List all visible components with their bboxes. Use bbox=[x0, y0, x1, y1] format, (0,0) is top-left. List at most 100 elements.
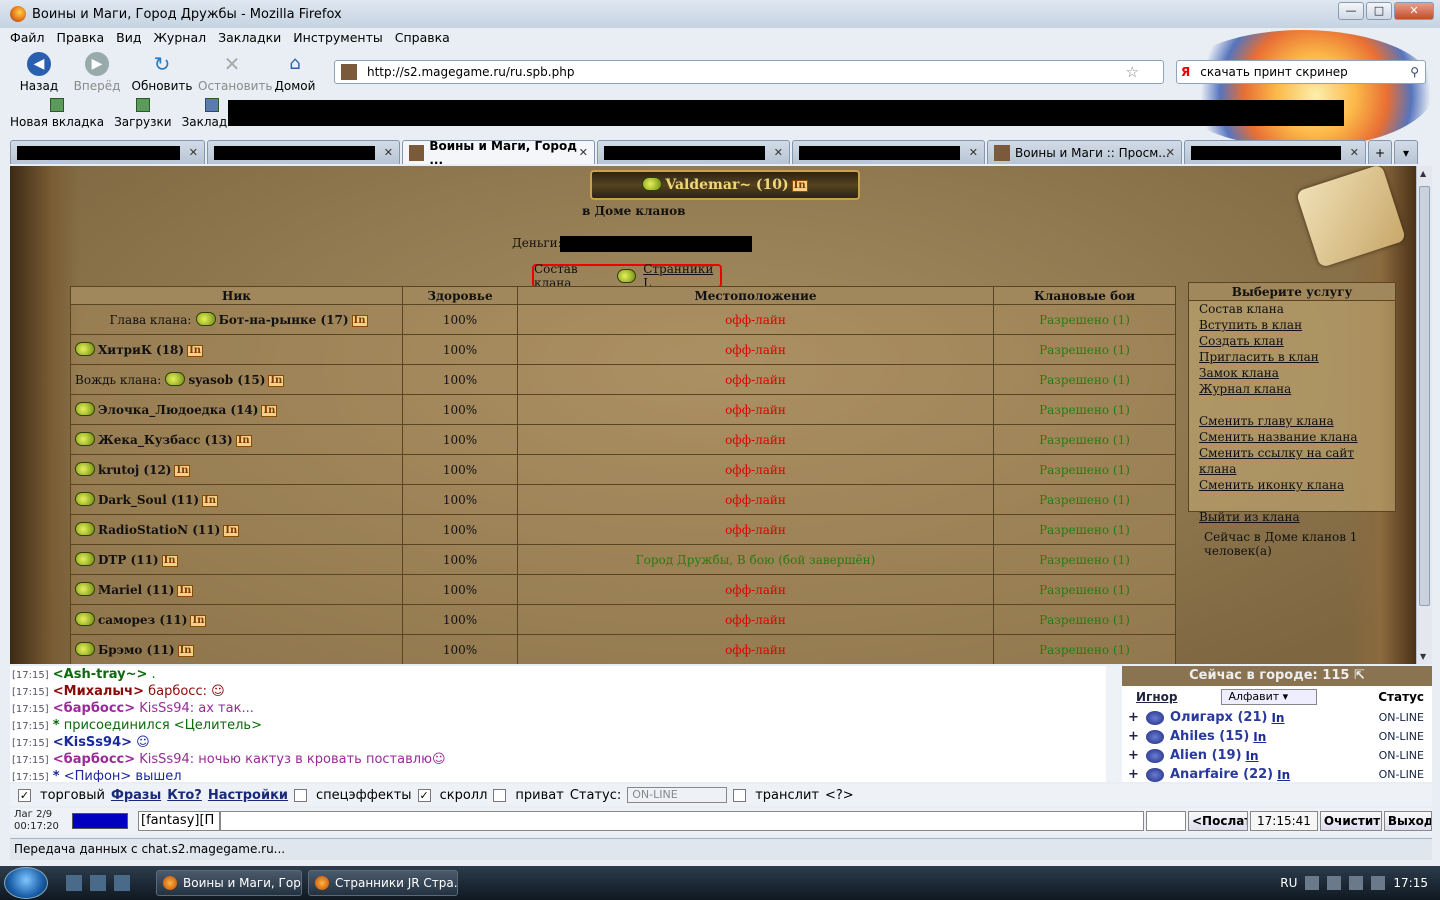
chat-nick[interactable]: <Михалыч> bbox=[53, 684, 144, 699]
member-nick[interactable]: Dark_Soul (11) bbox=[98, 493, 199, 507]
ignore-link[interactable]: Игнор bbox=[1136, 690, 1177, 704]
quick-launch-app-icon[interactable] bbox=[114, 875, 130, 891]
clan-icon[interactable] bbox=[75, 552, 95, 566]
network-icon[interactable] bbox=[1349, 876, 1364, 890]
tab-close-icon[interactable]: ✕ bbox=[189, 146, 198, 159]
status-select[interactable]: ON-LINE bbox=[627, 787, 728, 803]
translit-checkbox[interactable] bbox=[733, 788, 747, 802]
column-header-clan-fights[interactable]: Клановые бои bbox=[993, 286, 1176, 305]
member-nick[interactable]: Жека_Кузбасс (13) bbox=[98, 433, 233, 447]
menu-file[interactable]: Файл bbox=[10, 30, 45, 48]
service-change-head[interactable]: Сменить главу клана bbox=[1199, 413, 1395, 429]
tab-redacted-3[interactable]: ✕ bbox=[597, 140, 790, 164]
column-header-health[interactable]: Здоровье bbox=[402, 286, 518, 305]
user-name[interactable]: Олигарх (21) bbox=[1170, 710, 1267, 725]
user-info-link[interactable]: In bbox=[1252, 731, 1267, 743]
taskbar-firefox[interactable]: Воины и Маги, Гор... bbox=[156, 870, 302, 896]
info-badge-icon[interactable]: In bbox=[174, 465, 191, 477]
user-name[interactable]: Ahiles (15) bbox=[1170, 729, 1249, 744]
home-button[interactable]: ⌂ Домой bbox=[266, 50, 324, 94]
service-invite[interactable]: Пригласить в клан bbox=[1199, 349, 1395, 365]
tab-redacted-5[interactable]: ✕ bbox=[1184, 140, 1366, 164]
info-badge-icon[interactable]: In bbox=[351, 315, 368, 327]
clan-icon[interactable] bbox=[75, 642, 95, 656]
info-badge-icon[interactable]: In bbox=[177, 645, 194, 657]
show-desktop-icon[interactable] bbox=[66, 875, 82, 891]
user-info-link[interactable]: In bbox=[1270, 712, 1285, 724]
chat-log[interactable]: [17:15] <Ash-tray~> . [17:15] <Михалыч> б… bbox=[10, 666, 1114, 782]
tab-close-icon[interactable]: ✕ bbox=[1350, 146, 1359, 159]
expand-plus-icon[interactable]: + bbox=[1128, 710, 1146, 725]
text-color-select[interactable] bbox=[72, 813, 128, 829]
member-nick[interactable]: Бот-на-рынке (17) bbox=[219, 313, 349, 327]
send-button[interactable]: <Послать bbox=[1188, 811, 1248, 831]
service-clan-log[interactable]: Журнал клана bbox=[1199, 381, 1395, 397]
back-button[interactable]: ◀ Назад bbox=[10, 50, 68, 94]
maximize-button[interactable]: □ bbox=[1366, 2, 1392, 20]
clan-icon[interactable] bbox=[75, 612, 95, 626]
start-button[interactable] bbox=[4, 867, 48, 899]
clan-icon[interactable] bbox=[195, 312, 216, 326]
exit-button[interactable]: Выход bbox=[1383, 811, 1432, 831]
user-name[interactable]: Alien (19) bbox=[1170, 748, 1242, 763]
who-link[interactable]: Кто? bbox=[167, 788, 202, 803]
info-badge-icon[interactable]: In bbox=[791, 180, 808, 192]
stop-button[interactable]: ✕ Остановить bbox=[198, 50, 273, 94]
info-badge-icon[interactable]: In bbox=[268, 375, 285, 387]
clan-icon[interactable] bbox=[75, 432, 95, 446]
service-clan-castle[interactable]: Замок клана bbox=[1199, 365, 1395, 381]
tab-close-icon[interactable]: ✕ bbox=[1166, 146, 1175, 159]
new-tab-button[interactable]: Новая вкладка bbox=[10, 98, 104, 134]
menu-history[interactable]: Журнал bbox=[153, 30, 206, 48]
service-create-clan[interactable]: Создать клан bbox=[1199, 333, 1395, 349]
message-input[interactable] bbox=[220, 811, 1144, 831]
effects-checkbox[interactable] bbox=[294, 788, 308, 802]
forward-button[interactable]: ▶ Вперёд bbox=[68, 50, 126, 94]
menu-edit[interactable]: Правка bbox=[57, 30, 105, 48]
info-badge-icon[interactable]: In bbox=[187, 345, 204, 357]
bookmark-star-icon[interactable]: ☆ bbox=[1126, 63, 1139, 81]
tab-close-icon[interactable]: ✕ bbox=[384, 146, 393, 159]
close-button[interactable]: ✕ bbox=[1394, 2, 1434, 20]
reload-button[interactable]: ↻ Обновить bbox=[126, 50, 198, 94]
service-leave-clan[interactable]: Выйти из клана bbox=[1199, 509, 1395, 525]
chat-nick[interactable]: * bbox=[53, 718, 60, 733]
tray-icon[interactable] bbox=[1327, 876, 1342, 890]
tab-redacted-2[interactable]: ✕ bbox=[207, 140, 400, 164]
settings-link[interactable]: Настройки bbox=[208, 788, 288, 803]
clan-icon[interactable] bbox=[75, 522, 95, 536]
info-badge-icon[interactable]: In bbox=[177, 585, 194, 597]
message-prefix[interactable]: [fantasy][П bbox=[138, 811, 220, 831]
url-bar[interactable]: http://s2.magegame.ru/ru.spb.php ☆ bbox=[334, 60, 1164, 84]
menu-view[interactable]: Вид bbox=[116, 30, 141, 48]
private-checkbox[interactable] bbox=[493, 788, 507, 802]
member-nick[interactable]: DTP (11) bbox=[98, 553, 159, 567]
translit-help-link[interactable]: <?> bbox=[825, 788, 854, 803]
member-nick[interactable]: Элочка_Людоедка (14) bbox=[98, 403, 258, 417]
menu-bookmarks[interactable]: Закладки bbox=[218, 30, 281, 48]
search-engine-icon[interactable]: Я bbox=[1181, 65, 1190, 79]
service-change-name[interactable]: Сменить название клана bbox=[1199, 429, 1395, 445]
refresh-icon[interactable]: ⇱ bbox=[1354, 668, 1365, 683]
member-nick[interactable]: ХитриК (18) bbox=[98, 343, 184, 357]
user-info-link[interactable]: In bbox=[1276, 769, 1291, 781]
taskbar-second[interactable]: Странники JR Стра... bbox=[308, 870, 458, 896]
minimize-button[interactable]: — bbox=[1338, 2, 1364, 20]
info-badge-icon[interactable]: In bbox=[235, 435, 252, 447]
search-icon[interactable]: ⚲ bbox=[1410, 65, 1419, 79]
chat-nick[interactable]: <барбосс> bbox=[53, 701, 135, 716]
downloads-button[interactable]: Загрузки bbox=[114, 98, 172, 134]
menu-tools[interactable]: Инструменты bbox=[293, 30, 382, 48]
phrases-link[interactable]: Фразы bbox=[111, 788, 161, 803]
user-info-link[interactable]: In bbox=[1245, 750, 1260, 762]
expand-plus-icon[interactable]: + bbox=[1128, 748, 1146, 763]
chat-nick[interactable]: <KisSs94> bbox=[53, 735, 132, 750]
menu-help[interactable]: Справка bbox=[395, 30, 450, 48]
clan-icon[interactable] bbox=[75, 342, 95, 356]
tab-view[interactable]: Воины и Маги :: Просм... ✕ bbox=[987, 140, 1182, 164]
service-join-clan[interactable]: Вступить в клан bbox=[1199, 317, 1395, 333]
tab-close-icon[interactable]: ✕ bbox=[774, 146, 783, 159]
member-nick[interactable]: саморез (11) bbox=[98, 613, 187, 627]
chat-scrollbar[interactable] bbox=[1106, 666, 1122, 782]
tray-icon[interactable] bbox=[1305, 876, 1320, 890]
